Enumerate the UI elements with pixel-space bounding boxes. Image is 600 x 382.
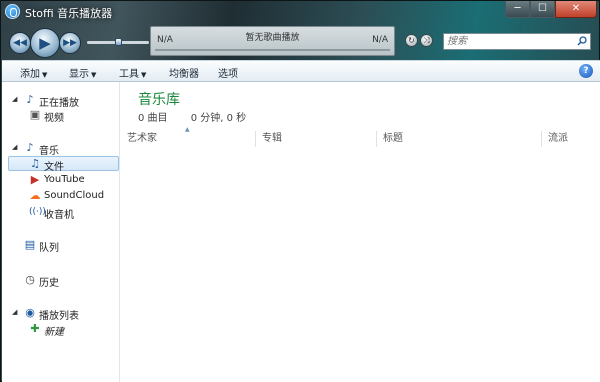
menu-add[interactable]: 添加 ▼ <box>20 65 47 80</box>
search-box[interactable] <box>443 33 591 50</box>
sidebar-item-files[interactable]: ♫ 文件 <box>8 156 119 173</box>
sidebar-item-label: 正在播放 <box>39 98 79 109</box>
menu-options[interactable]: 选项 <box>218 65 238 80</box>
youtube-icon: ▶ <box>30 173 40 186</box>
sidebar-item-youtube[interactable]: ▶ YouTube <box>2 173 120 188</box>
sidebar-item-label: 新建 <box>44 327 64 338</box>
main-window: Stoffi 音乐播放器 ─ ☐ ✕ ◀◀ ▶ ▶▶ N/A 暂无歌曲播放 N/… <box>0 0 600 382</box>
sidebar-item-label: 播放列表 <box>39 311 79 322</box>
navigation-sidebar: ◢ ♪ 正在播放 ▣ 视频 ◢ ♪ 音乐 ♫ 文件 ▶ YouTube ☁ So… <box>2 82 120 382</box>
chevron-down-icon: ▼ <box>91 71 97 79</box>
sidebar-item-label: 历史 <box>39 278 59 289</box>
search-input[interactable] <box>444 34 569 49</box>
play-button[interactable]: ▶ <box>30 28 60 58</box>
seek-bar[interactable] <box>155 49 390 51</box>
stoffi-logo-icon <box>5 4 20 19</box>
sidebar-item-new-playlist[interactable]: ✚ 新建 <box>2 322 120 339</box>
expand-arrow-icon[interactable]: ◢ <box>12 95 17 103</box>
film-icon: ▣ <box>29 108 41 121</box>
sidebar-item-label: YouTube <box>44 174 85 185</box>
expand-arrow-icon[interactable]: ◢ <box>12 143 17 151</box>
music-note-icon: ♪ <box>26 93 34 106</box>
sidebar-item-label: 收音机 <box>44 210 74 221</box>
library-panel: 音乐库 0 曲目 0 分钟, 0 秒 ▲ 艺术家 专辑 标题 流派 <box>121 82 600 382</box>
maximize-button[interactable]: ☐ <box>530 1 555 18</box>
queue-list-icon: ▤ <box>24 238 36 251</box>
total-time: N/A <box>372 35 388 45</box>
menu-view[interactable]: 显示 ▼ <box>69 65 96 80</box>
music-file-icon: ♫ <box>30 157 40 170</box>
content-area: ◢ ♪ 正在播放 ▣ 视频 ◢ ♪ 音乐 ♫ 文件 ▶ YouTube ☁ So… <box>2 82 600 382</box>
sidebar-item-label: 队列 <box>39 243 59 254</box>
chevron-down-icon: ▼ <box>141 71 147 79</box>
now-playing-display: N/A 暂无歌曲播放 N/A <box>150 26 395 56</box>
expand-arrow-icon[interactable]: ◢ <box>12 308 17 316</box>
sidebar-item-now-playing[interactable]: ◢ ♪ 正在播放 <box>2 93 120 110</box>
menu-view-label: 显示 <box>69 69 89 80</box>
music-note-icon: ♪ <box>26 141 34 154</box>
sidebar-item-soundcloud[interactable]: ☁ SoundCloud <box>2 189 120 204</box>
shuffle-button[interactable]: ⤨ <box>420 34 433 47</box>
volume-slider-knob[interactable] <box>114 38 122 46</box>
page-title: 音乐库 <box>138 92 180 108</box>
sidebar-item-radio[interactable]: ((·)) 收音机 <box>2 205 120 221</box>
clock-icon: ◷ <box>25 273 35 286</box>
column-header-album[interactable]: 专辑 <box>256 131 376 147</box>
menu-tools[interactable]: 工具 ▼ <box>119 65 146 80</box>
menu-add-label: 添加 <box>20 69 40 80</box>
previous-button[interactable]: ◀◀ <box>9 32 31 54</box>
menu-tools-label: 工具 <box>119 69 139 80</box>
radio-signal-icon: ((·)) <box>29 207 46 217</box>
sidebar-item-video[interactable]: ▣ 视频 <box>2 108 120 125</box>
sidebar-item-label: 视频 <box>44 113 64 124</box>
sidebar-item-label: 音乐 <box>39 146 59 157</box>
sidebar-item-music[interactable]: ◢ ♪ 音乐 <box>2 141 120 158</box>
track-count: 0 曲目 <box>138 113 168 124</box>
chevron-down-icon: ▼ <box>42 71 48 79</box>
minimize-button[interactable]: ─ <box>505 1 530 18</box>
sidebar-item-queue[interactable]: ▤ 队列 <box>2 238 120 255</box>
search-icon[interactable] <box>577 36 587 46</box>
library-stats: 0 曲目 0 分钟, 0 秒 <box>138 109 246 124</box>
volume-slider[interactable] <box>87 38 149 46</box>
menu-bar: 添加 ▼ 显示 ▼ 工具 ▼ 均衡器 选项 ? <box>2 60 600 82</box>
column-header-artist[interactable]: 艺术家 <box>121 131 255 147</box>
repeat-button[interactable]: ↻ <box>405 34 418 47</box>
soundcloud-icon: ☁ <box>29 189 41 202</box>
close-button[interactable]: ✕ <box>555 1 597 18</box>
add-playlist-icon: ✚ <box>30 322 40 335</box>
menu-equalizer[interactable]: 均衡器 <box>169 65 199 80</box>
playlist-globe-icon: ◉ <box>25 306 35 319</box>
help-icon[interactable]: ? <box>579 64 593 78</box>
sidebar-item-label: SoundCloud <box>44 190 105 201</box>
next-button[interactable]: ▶▶ <box>59 32 81 54</box>
column-header-title[interactable]: 标题 <box>377 131 541 147</box>
sidebar-item-label: 文件 <box>44 162 64 173</box>
window-controls: ─ ☐ ✕ <box>505 1 597 19</box>
sidebar-item-history[interactable]: ◷ 历史 <box>2 273 120 290</box>
title-bar[interactable]: Stoffi 音乐播放器 ─ ☐ ✕ <box>1 1 600 23</box>
sidebar-item-playlists[interactable]: ◢ ◉ 播放列表 <box>2 306 120 323</box>
total-duration: 0 分钟, 0 秒 <box>190 113 247 124</box>
now-playing-title: 暂无歌曲播放 <box>245 33 300 43</box>
window-title: Stoffi 音乐播放器 <box>25 7 113 20</box>
column-header-genre[interactable]: 流派 <box>542 131 600 147</box>
